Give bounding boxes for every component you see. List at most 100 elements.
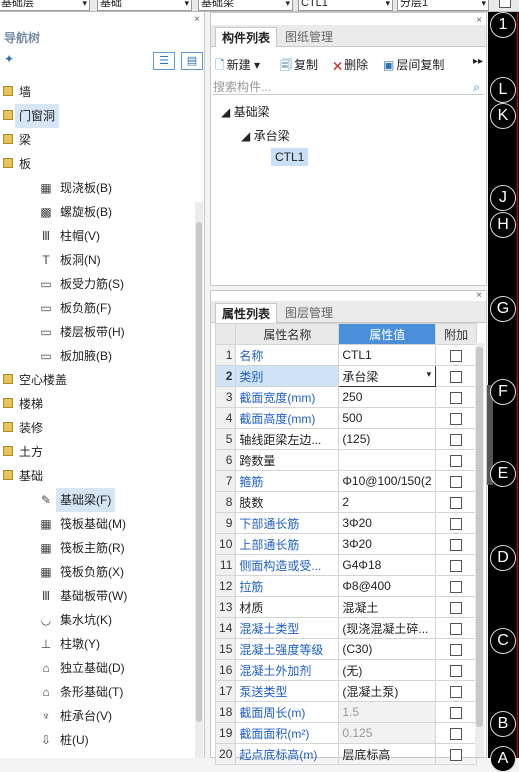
extra-checkbox[interactable] (450, 727, 463, 740)
extra-checkbox[interactable] (450, 412, 463, 425)
folder-icon[interactable] (3, 110, 13, 120)
property-row[interactable]: 14 混凝土类型 (现浇混凝土碎... (214, 617, 477, 639)
property-value[interactable]: (混凝土泵) (338, 680, 437, 702)
property-row[interactable]: 8 肢数 2 (214, 491, 477, 513)
property-row[interactable]: 13 材质 混凝土 (214, 596, 477, 618)
extra-checkbox[interactable] (450, 475, 463, 488)
nav-tree-item[interactable]: ⇩ 桩(U) (0, 728, 198, 752)
tab-drawing-management[interactable]: 图纸管理 (279, 27, 339, 47)
nav-tree-item[interactable]: ▦ 筏板基础(M) (0, 512, 198, 536)
nav-tree-item[interactable]: ♆ 桩承台(V) (0, 704, 198, 728)
detail-view-icon[interactable]: ▤ (181, 52, 203, 70)
property-value[interactable]: Φ10@100/150(2 (338, 470, 437, 492)
folder-icon[interactable] (3, 470, 13, 480)
nav-tree-item[interactable]: ▩ 螺旋板(B) (0, 200, 198, 224)
property-row[interactable]: 15 混凝土强度等级 (C30) (214, 638, 477, 660)
extra-checkbox[interactable] (450, 349, 463, 362)
layer-select[interactable]: 分层1 (397, 0, 489, 11)
nav-tree-item[interactable]: ▭ 板负筋(F) (0, 296, 198, 320)
nav-tree-item[interactable]: 楼梯 (0, 392, 198, 416)
folder-icon[interactable] (3, 446, 13, 456)
extra-checkbox[interactable] (450, 433, 463, 446)
new-button[interactable]: 🗋 新建 ▾ (215, 56, 260, 77)
property-value[interactable]: 层底标高 (338, 743, 437, 765)
component-search-input[interactable]: 搜索构件... ⌕ (213, 79, 484, 95)
nav-tree-item[interactable]: T 板洞(N) (0, 248, 198, 272)
tab-component-list[interactable]: 构件列表 (215, 27, 278, 47)
property-row[interactable]: 17 泵送类型 (混凝土泵) (214, 680, 477, 702)
nav-tree-item[interactable]: ▭ 楼层板带(H) (0, 320, 198, 344)
floor-copy-button[interactable]: ▣ 层间复制 (383, 56, 444, 73)
property-row[interactable]: 19 截面面积(m²) 0.125 (214, 722, 477, 744)
property-row[interactable]: 18 截面周长(m) 1.5 (214, 701, 477, 723)
nav-tree-item[interactable]: 空心楼盖 (0, 368, 198, 392)
nav-tree-item[interactable]: ▦ 筏板负筋(X) (0, 560, 198, 584)
folder-icon[interactable] (3, 422, 13, 432)
property-value[interactable]: Φ8@400 (338, 575, 437, 597)
property-value[interactable]: (无) (338, 659, 437, 681)
property-scrollbar[interactable] (475, 343, 484, 757)
nav-tree-item[interactable]: ⌂ 独立基础(D) (0, 656, 198, 680)
nav-scroll-thumb[interactable] (196, 222, 202, 722)
property-row[interactable]: 2 类别 承台梁 (214, 365, 477, 387)
property-value[interactable] (338, 449, 437, 471)
property-value[interactable]: CTL1 (338, 344, 437, 366)
category-dropdown[interactable]: 承台梁 (338, 365, 437, 387)
more-tools-icon[interactable]: ▸▸ (473, 56, 483, 67)
collapse-icon[interactable]: ◢ (241, 129, 250, 143)
extra-checkbox[interactable] (450, 601, 463, 614)
folder-icon[interactable] (3, 374, 13, 384)
nav-tree-item[interactable]: 装修 (0, 416, 198, 440)
nav-tree-item[interactable]: 梁 (0, 128, 198, 152)
folder-icon[interactable] (3, 158, 13, 168)
nav-tree-item[interactable]: 门窗洞 (0, 104, 198, 128)
extra-checkbox[interactable] (450, 538, 463, 551)
nav-tree-item[interactable]: ✎ 基础梁(F) (0, 488, 198, 512)
property-value[interactable]: (现浇混凝土碎... (338, 617, 437, 639)
delete-button[interactable]: 🗙 删除 (333, 56, 368, 77)
extra-checkbox[interactable] (450, 748, 463, 761)
extra-checkbox[interactable] (450, 643, 463, 656)
property-row[interactable]: 4 截面高度(mm) 500 (214, 407, 477, 429)
extra-checkbox[interactable] (450, 580, 463, 593)
nav-tree-item[interactable]: Ⅲ 柱帽(V) (0, 224, 198, 248)
nav-tree-item[interactable]: ▦ 筏板主筋(R) (0, 536, 198, 560)
property-row[interactable]: 11 侧面构造或受... G4Φ18 (214, 554, 477, 576)
nav-tree-item[interactable]: Ⅲ 基础板带(W) (0, 584, 198, 608)
property-row[interactable]: 3 截面宽度(mm) 250 (214, 386, 477, 408)
property-value[interactable]: 混凝土 (338, 596, 437, 618)
property-value[interactable]: 250 (338, 386, 437, 408)
property-row[interactable]: 10 上部通长筋 3Φ20 (214, 533, 477, 555)
nav-tree-item[interactable]: ▦ 现浇板(B) (0, 176, 198, 200)
nav-tree-item[interactable]: 基础 (0, 464, 198, 488)
extra-checkbox[interactable] (450, 370, 463, 383)
nav-tree-item[interactable]: 墙 (0, 80, 198, 104)
property-row[interactable]: 9 下部通长筋 3Φ20 (214, 512, 477, 534)
sparkle-icon[interactable]: ✦ (4, 52, 14, 66)
collapse-icon[interactable]: ◢ (221, 105, 230, 119)
list-view-icon[interactable]: ☰ (153, 52, 175, 70)
tree-leaf[interactable]: CTL1 (271, 148, 309, 166)
extra-checkbox[interactable] (450, 706, 463, 719)
extra-checkbox[interactable] (450, 664, 463, 677)
folder-icon[interactable] (3, 134, 13, 144)
nav-tree-item[interactable]: ▭ 板加腋(B) (0, 344, 198, 368)
extra-checkbox[interactable] (450, 517, 463, 530)
property-row[interactable]: 7 箍筋 Φ10@100/150(2 (214, 470, 477, 492)
property-value[interactable]: G4Φ18 (338, 554, 437, 576)
nav-tree-item[interactable]: 板 (0, 152, 198, 176)
property-row[interactable]: 12 拉筋 Φ8@400 (214, 575, 477, 597)
property-row[interactable]: 6 跨数量 (214, 449, 477, 471)
nav-tree-item[interactable]: ▭ 板受力筋(S) (0, 272, 198, 296)
property-row[interactable]: 1 名称 CTL1 (214, 344, 477, 366)
nav-tree-item[interactable]: ◡ 集水坑(K) (0, 608, 198, 632)
extra-checkbox[interactable] (450, 391, 463, 404)
property-scroll-thumb[interactable] (476, 347, 483, 727)
property-close-button[interactable]: × (476, 291, 482, 301)
category-select[interactable]: 基础 (97, 0, 192, 11)
folder-icon[interactable] (3, 398, 13, 408)
extra-checkbox[interactable] (450, 454, 463, 467)
property-row[interactable]: 5 轴线距梁左边... (125) (214, 428, 477, 450)
extra-checkbox[interactable] (450, 622, 463, 635)
property-value[interactable]: 3Φ20 (338, 533, 437, 555)
